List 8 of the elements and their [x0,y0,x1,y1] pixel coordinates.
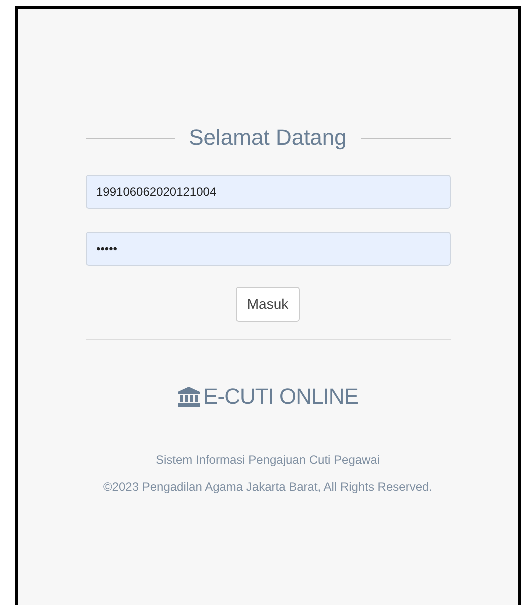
login-button[interactable]: Masuk [236,287,300,322]
welcome-heading: Selamat Datang [189,125,347,152]
bank-icon [178,386,200,407]
password-field[interactable]: ••••• [86,232,450,266]
app-name: E-CUTI ONLINE [204,383,358,412]
tagline: Sistem Informasi Pengajuan Cuti Pegawai [154,452,382,470]
copyright-text: ©2023 Pengadilan Agama Jakarta Barat, All Rights Reserved. [103,479,433,496]
username-field[interactable]: 199106062020121004 [86,175,450,210]
